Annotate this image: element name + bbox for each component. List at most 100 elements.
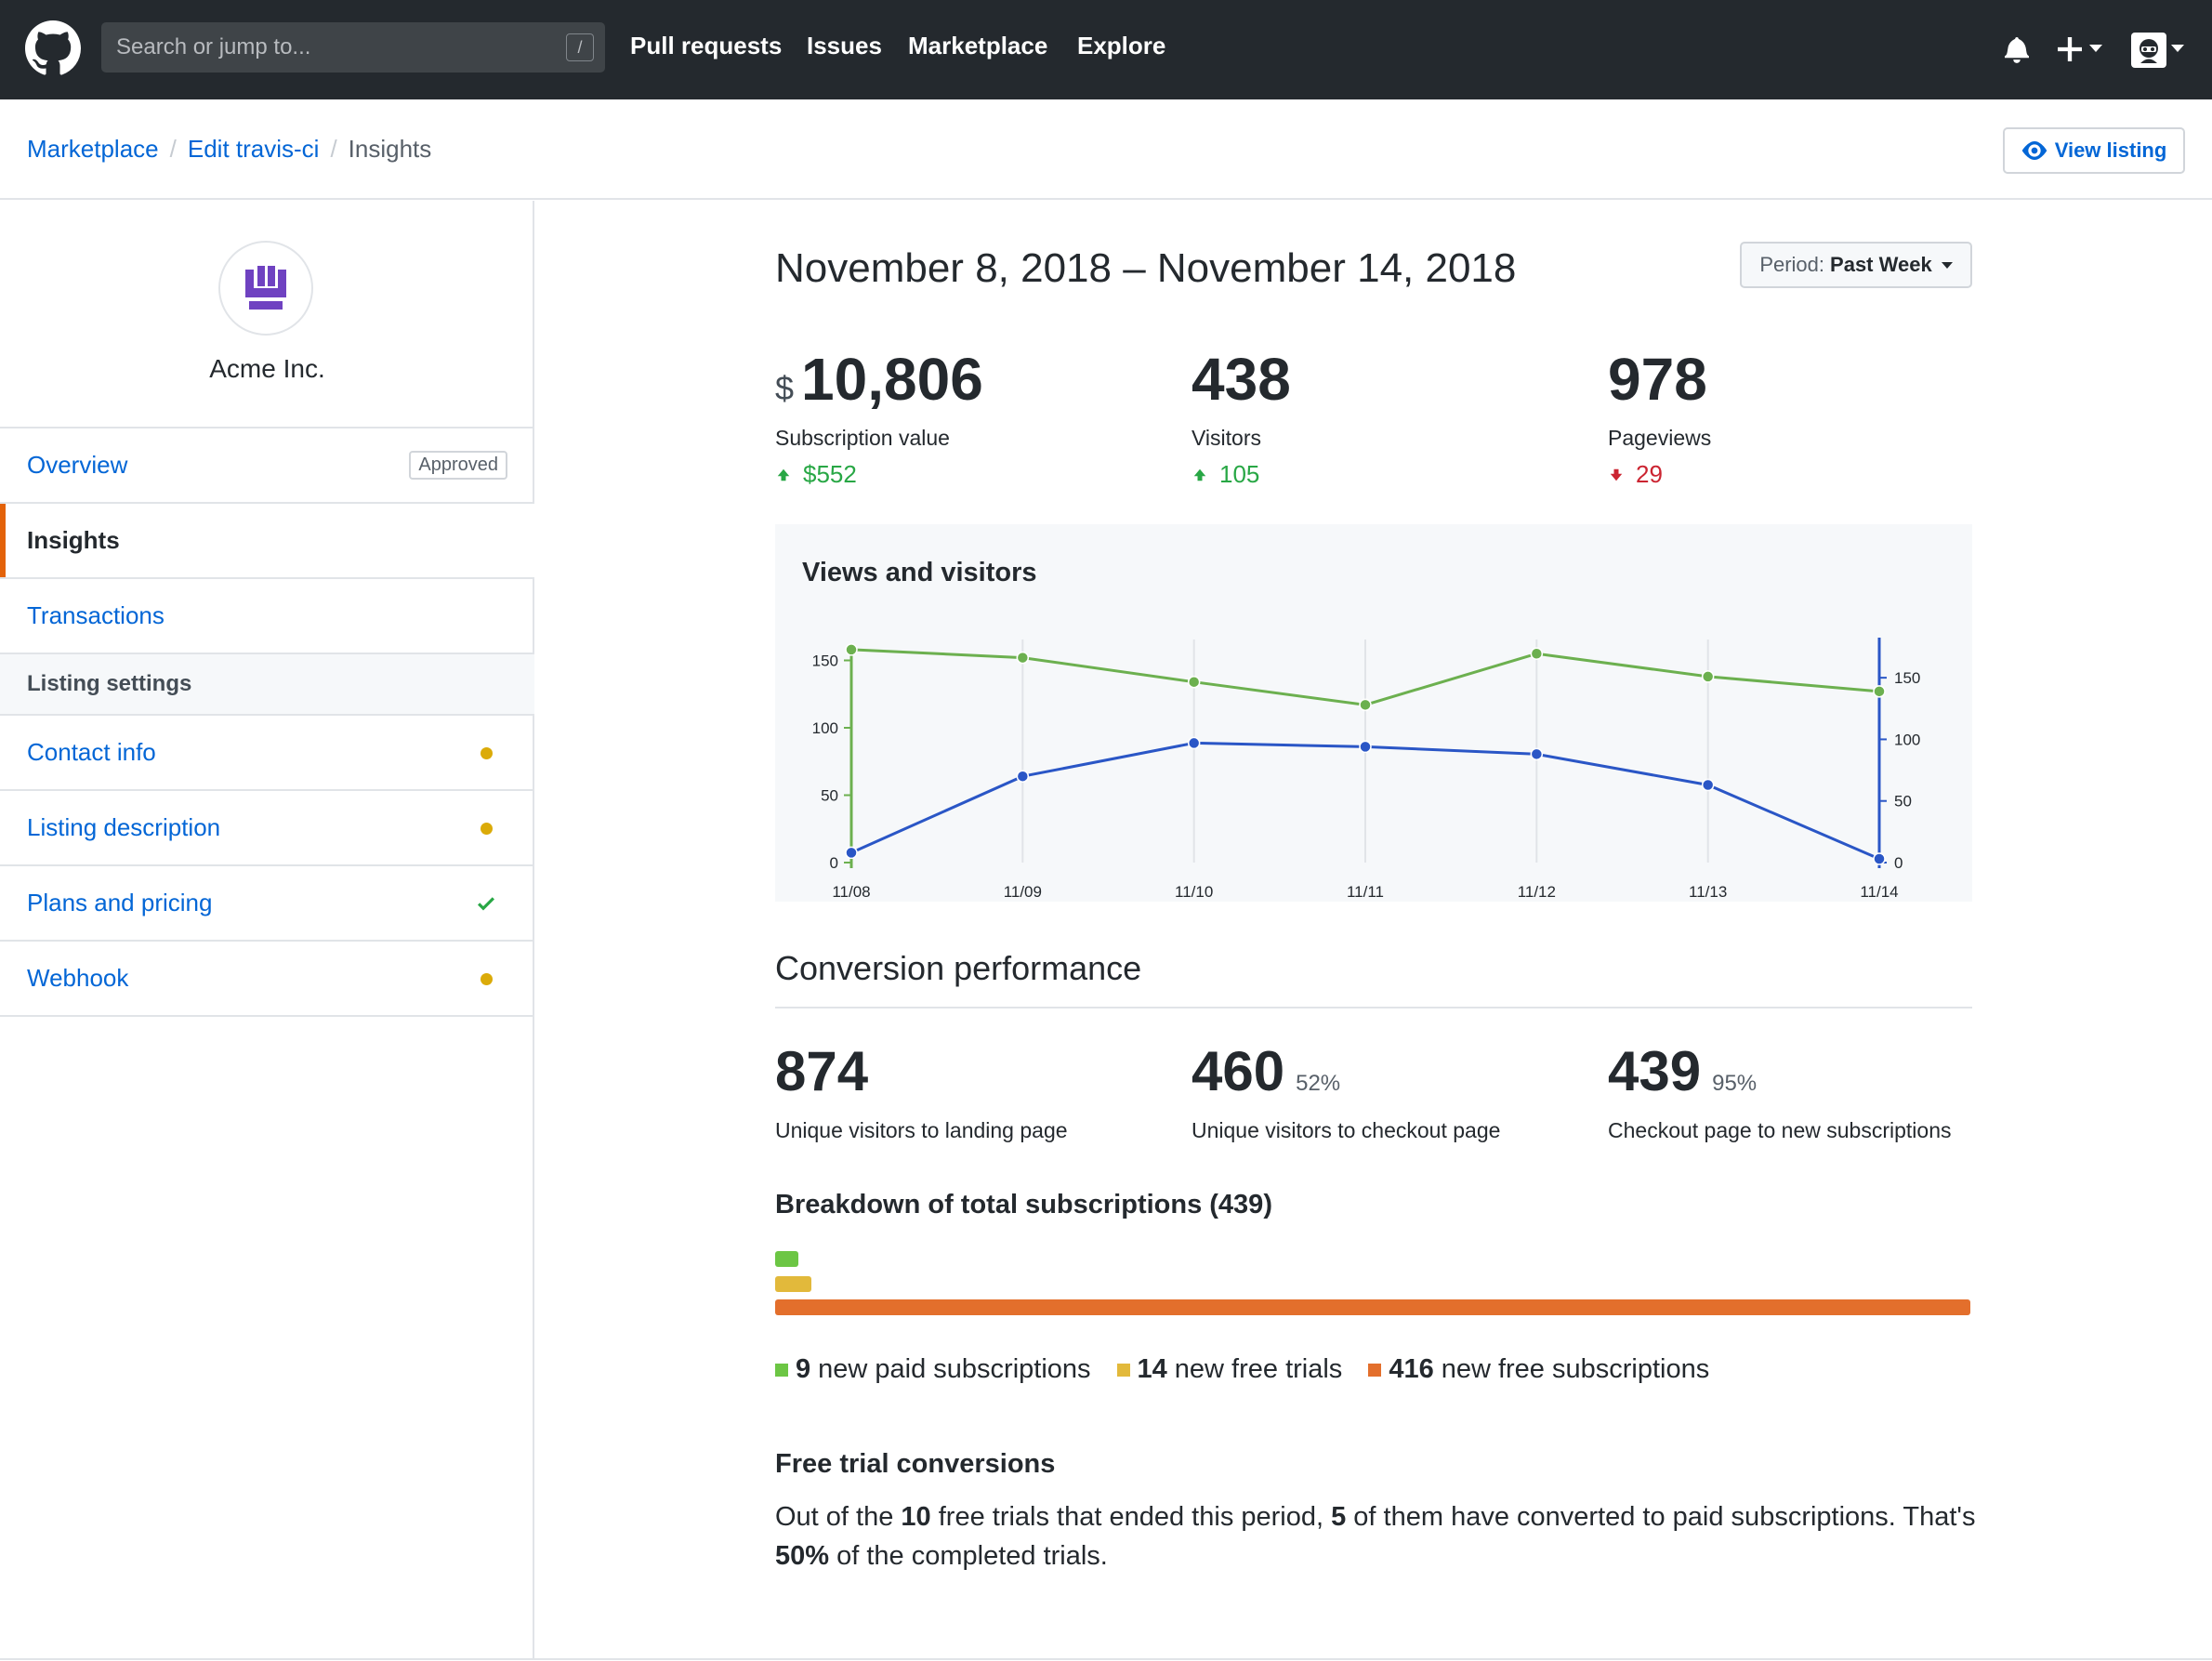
data-point-1 [1016,770,1030,783]
search-input[interactable] [101,22,605,73]
sidebar-item-label: Listing description [27,813,221,841]
view-listing-button[interactable]: View listing [2003,127,2185,174]
y-tick-label-right: 100 [1894,731,1920,748]
stat-delta: 105 [1192,460,1291,489]
breadcrumb-separator: / [169,135,177,163]
breadcrumb-separator: / [330,135,337,163]
github-logo-icon[interactable] [25,20,81,76]
breadcrumb-bar: Marketplace / Edit travis-ci / Insights [0,99,2212,200]
sidebar-item-overview[interactable]: Overview Approved [0,428,534,504]
legend-label: new free subscriptions [1441,1354,1710,1384]
y-tick-label-left: 100 [812,719,838,737]
avatar-dropdown-caret-icon[interactable] [2171,45,2184,53]
sidebar-item-label: Overview [27,451,128,479]
breadcrumb-marketplace[interactable]: Marketplace [27,135,159,163]
text-segment: of them have converted to paid subscript… [1346,1502,1976,1532]
bell-icon[interactable] [2005,35,2029,63]
breakdown-bar-paid [775,1251,798,1267]
stat-subscription-value: $10,806 Subscription value $552 [775,349,983,489]
plus-icon[interactable] [2058,37,2082,61]
arrow-down-icon [1610,468,1623,481]
x-tick-label: 11/12 [1518,883,1556,901]
sidebar-section-listing-settings: Listing settings [0,654,534,716]
org-logo-icon [245,266,286,310]
sidebar-item-listing-description[interactable]: Listing description [0,791,534,866]
line-chart: 0 50 100 150 0 50 100 150 11/08 11/09 11/10 11/11 11… [812,638,1920,901]
y-tick-label-right: 150 [1894,669,1920,687]
breakdown-title: Breakdown of total subscriptions (439) [775,1190,1272,1219]
free-trial-title: Free trial conversions [775,1449,1056,1479]
breakdown-bar-trials [775,1276,811,1292]
search-box[interactable]: / [101,22,605,73]
plus-dropdown-caret-icon[interactable] [2089,45,2102,53]
legend-count: 416 [1389,1354,1434,1384]
x-tick-label: 11/14 [1860,883,1898,901]
stat-visitors: 438 Visitors 105 [1192,349,1291,489]
legend-item: 14 new free trials [1116,1354,1343,1385]
stat-label: Pageviews [1608,426,1712,450]
nav-pull-requests[interactable]: Pull requests [630,32,782,60]
sidebar-item-label: Webhook [27,964,129,992]
y-tick-label-left: 0 [830,854,838,872]
legend-item: 416 new free subscriptions [1368,1354,1709,1385]
search-shortcut-hint: / [566,33,594,61]
nav-explore[interactable]: Explore [1077,32,1165,60]
text-segment: free trials that ended this period, [930,1502,1332,1532]
sidebar: Acme Inc. Overview Approved Insights Tra… [0,201,534,1658]
status-badge: Approved [409,451,507,480]
pending-dot-icon [481,973,493,985]
period-select[interactable]: Period: Past Week [1740,242,1972,288]
data-point-0 [1187,675,1201,689]
sidebar-item-label: Plans and pricing [27,889,213,916]
sidebar-item-plans-and-pricing[interactable]: Plans and pricing [0,866,534,942]
stat-delta-value: $552 [803,460,857,488]
pending-dot-icon [481,747,493,759]
x-tick-label: 11/11 [1347,883,1384,901]
stat-pageviews: 978 Pageviews 29 [1608,349,1711,489]
conversion-checkout: 460 52% Unique visitors to checkout page [1192,1044,1500,1143]
sidebar-item-insights[interactable]: Insights [0,504,534,579]
pending-dot-icon [481,823,493,835]
stat-delta: $552 [775,460,983,489]
data-point-0 [1873,685,1886,698]
stat-number: 438 [1192,346,1291,413]
date-range-title: November 8, 2018 – November 14, 2018 [775,245,1517,291]
sidebar-item-contact-info[interactable]: Contact info [0,716,534,791]
sidebar-item-transactions[interactable]: Transactions [0,579,534,654]
stat-number: 10,806 [801,346,983,413]
sidebar-item-webhook[interactable]: Webhook [0,942,534,1017]
stat-delta-value: 29 [1636,460,1663,488]
data-point-1 [1530,747,1544,761]
x-tick-label: 11/13 [1689,883,1727,901]
sidebar-item-label: Insights [27,526,120,554]
chevron-down-icon [1941,261,1953,269]
data-point-1 [1187,736,1201,750]
view-listing-label: View listing [2054,138,2167,162]
data-point-0 [1359,698,1372,712]
legend-label: new free trials [1174,1354,1343,1384]
conversion-subscriptions: 439 95% Checkout page to new subscription… [1608,1044,1952,1143]
stat-delta-value: 105 [1219,460,1260,488]
breadcrumb-edit-listing[interactable]: Edit travis-ci [188,135,320,163]
x-tick-label: 11/10 [1175,883,1213,901]
currency-sign: $ [775,369,795,407]
data-point-1 [1701,778,1715,792]
conversion-percent: 52% [1296,1071,1341,1096]
user-avatar-icon[interactable] [2131,33,2166,68]
data-point-1 [845,846,858,860]
legend-swatch [1368,1363,1382,1377]
top-header: / Pull requests Issues Marketplace Explo… [0,0,2212,99]
y-tick-label-left: 50 [821,787,838,805]
y-tick-label-right: 50 [1894,793,1912,811]
org-avatar [218,241,313,336]
conversion-percent: 95% [1712,1071,1758,1096]
views-visitors-chart: Views and visitors 0 50 100 150 0 50 100 150 11/… [775,524,1972,902]
nav-marketplace[interactable]: Marketplace [908,32,1047,60]
conversion-number: 874 [775,1040,869,1102]
x-tick-label: 11/08 [832,883,870,901]
conversion-number: 439 [1608,1040,1702,1102]
data-point-1 [1873,852,1886,865]
divider [775,1007,1972,1008]
nav-issues[interactable]: Issues [807,32,882,60]
sidebar-menu: Overview Approved Insights Transactions … [0,427,534,1017]
